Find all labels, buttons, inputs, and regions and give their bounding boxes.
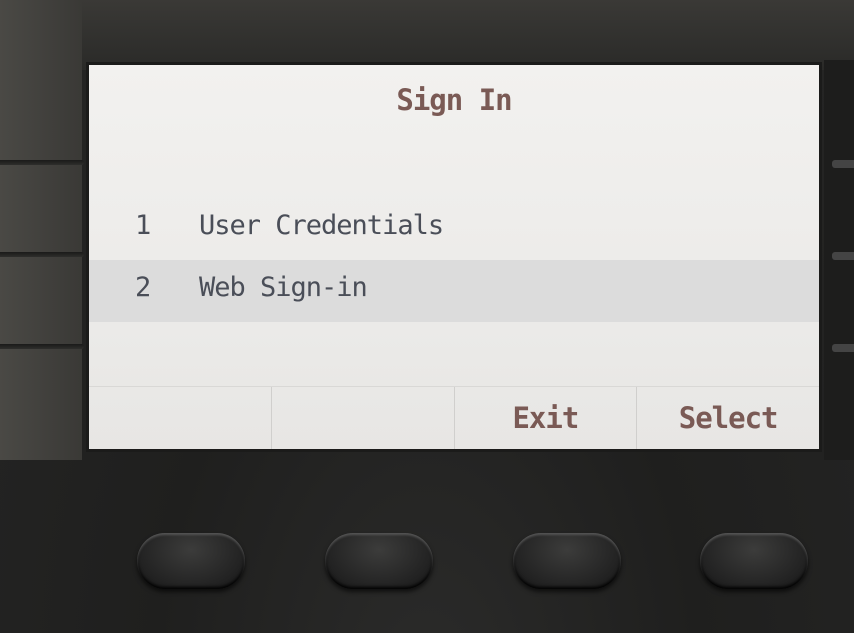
phone-bezel: Sign In 1 User Credentials 2 Web Sign-in… (0, 0, 854, 633)
hardware-softkey-button-3[interactable] (513, 533, 621, 589)
bezel-top (0, 0, 854, 70)
line-key-right-2[interactable] (832, 252, 854, 260)
hardware-softkey-button-4[interactable] (700, 533, 808, 589)
bezel-left (0, 0, 82, 460)
line-key-right-3[interactable] (832, 344, 854, 352)
menu-item-label: User Credentials (199, 210, 444, 241)
softkey-2[interactable] (270, 387, 454, 449)
softkey-select[interactable]: Select (636, 387, 819, 449)
bezel-right (824, 60, 854, 460)
softkey-bar: Exit Select (89, 386, 819, 449)
line-key-1[interactable] (0, 160, 84, 165)
line-key-3[interactable] (0, 344, 84, 349)
softkey-1[interactable] (89, 387, 271, 449)
softkey-exit[interactable]: Exit (453, 387, 637, 449)
menu-item-number: 2 (135, 272, 152, 303)
hardware-softkey-button-1[interactable] (137, 533, 245, 589)
line-key-right-1[interactable] (832, 160, 854, 168)
screen-title: Sign In (396, 83, 512, 117)
line-key-2[interactable] (0, 252, 84, 257)
lcd-screen: Sign In 1 User Credentials 2 Web Sign-in… (86, 62, 822, 452)
menu-item-user-credentials[interactable]: 1 User Credentials (89, 198, 819, 260)
menu-item-web-sign-in[interactable]: 2 Web Sign-in (89, 260, 819, 322)
menu-item-number: 1 (135, 210, 152, 241)
menu-item-label: Web Sign-in (199, 272, 368, 303)
hardware-softkey-button-2[interactable] (325, 533, 433, 589)
